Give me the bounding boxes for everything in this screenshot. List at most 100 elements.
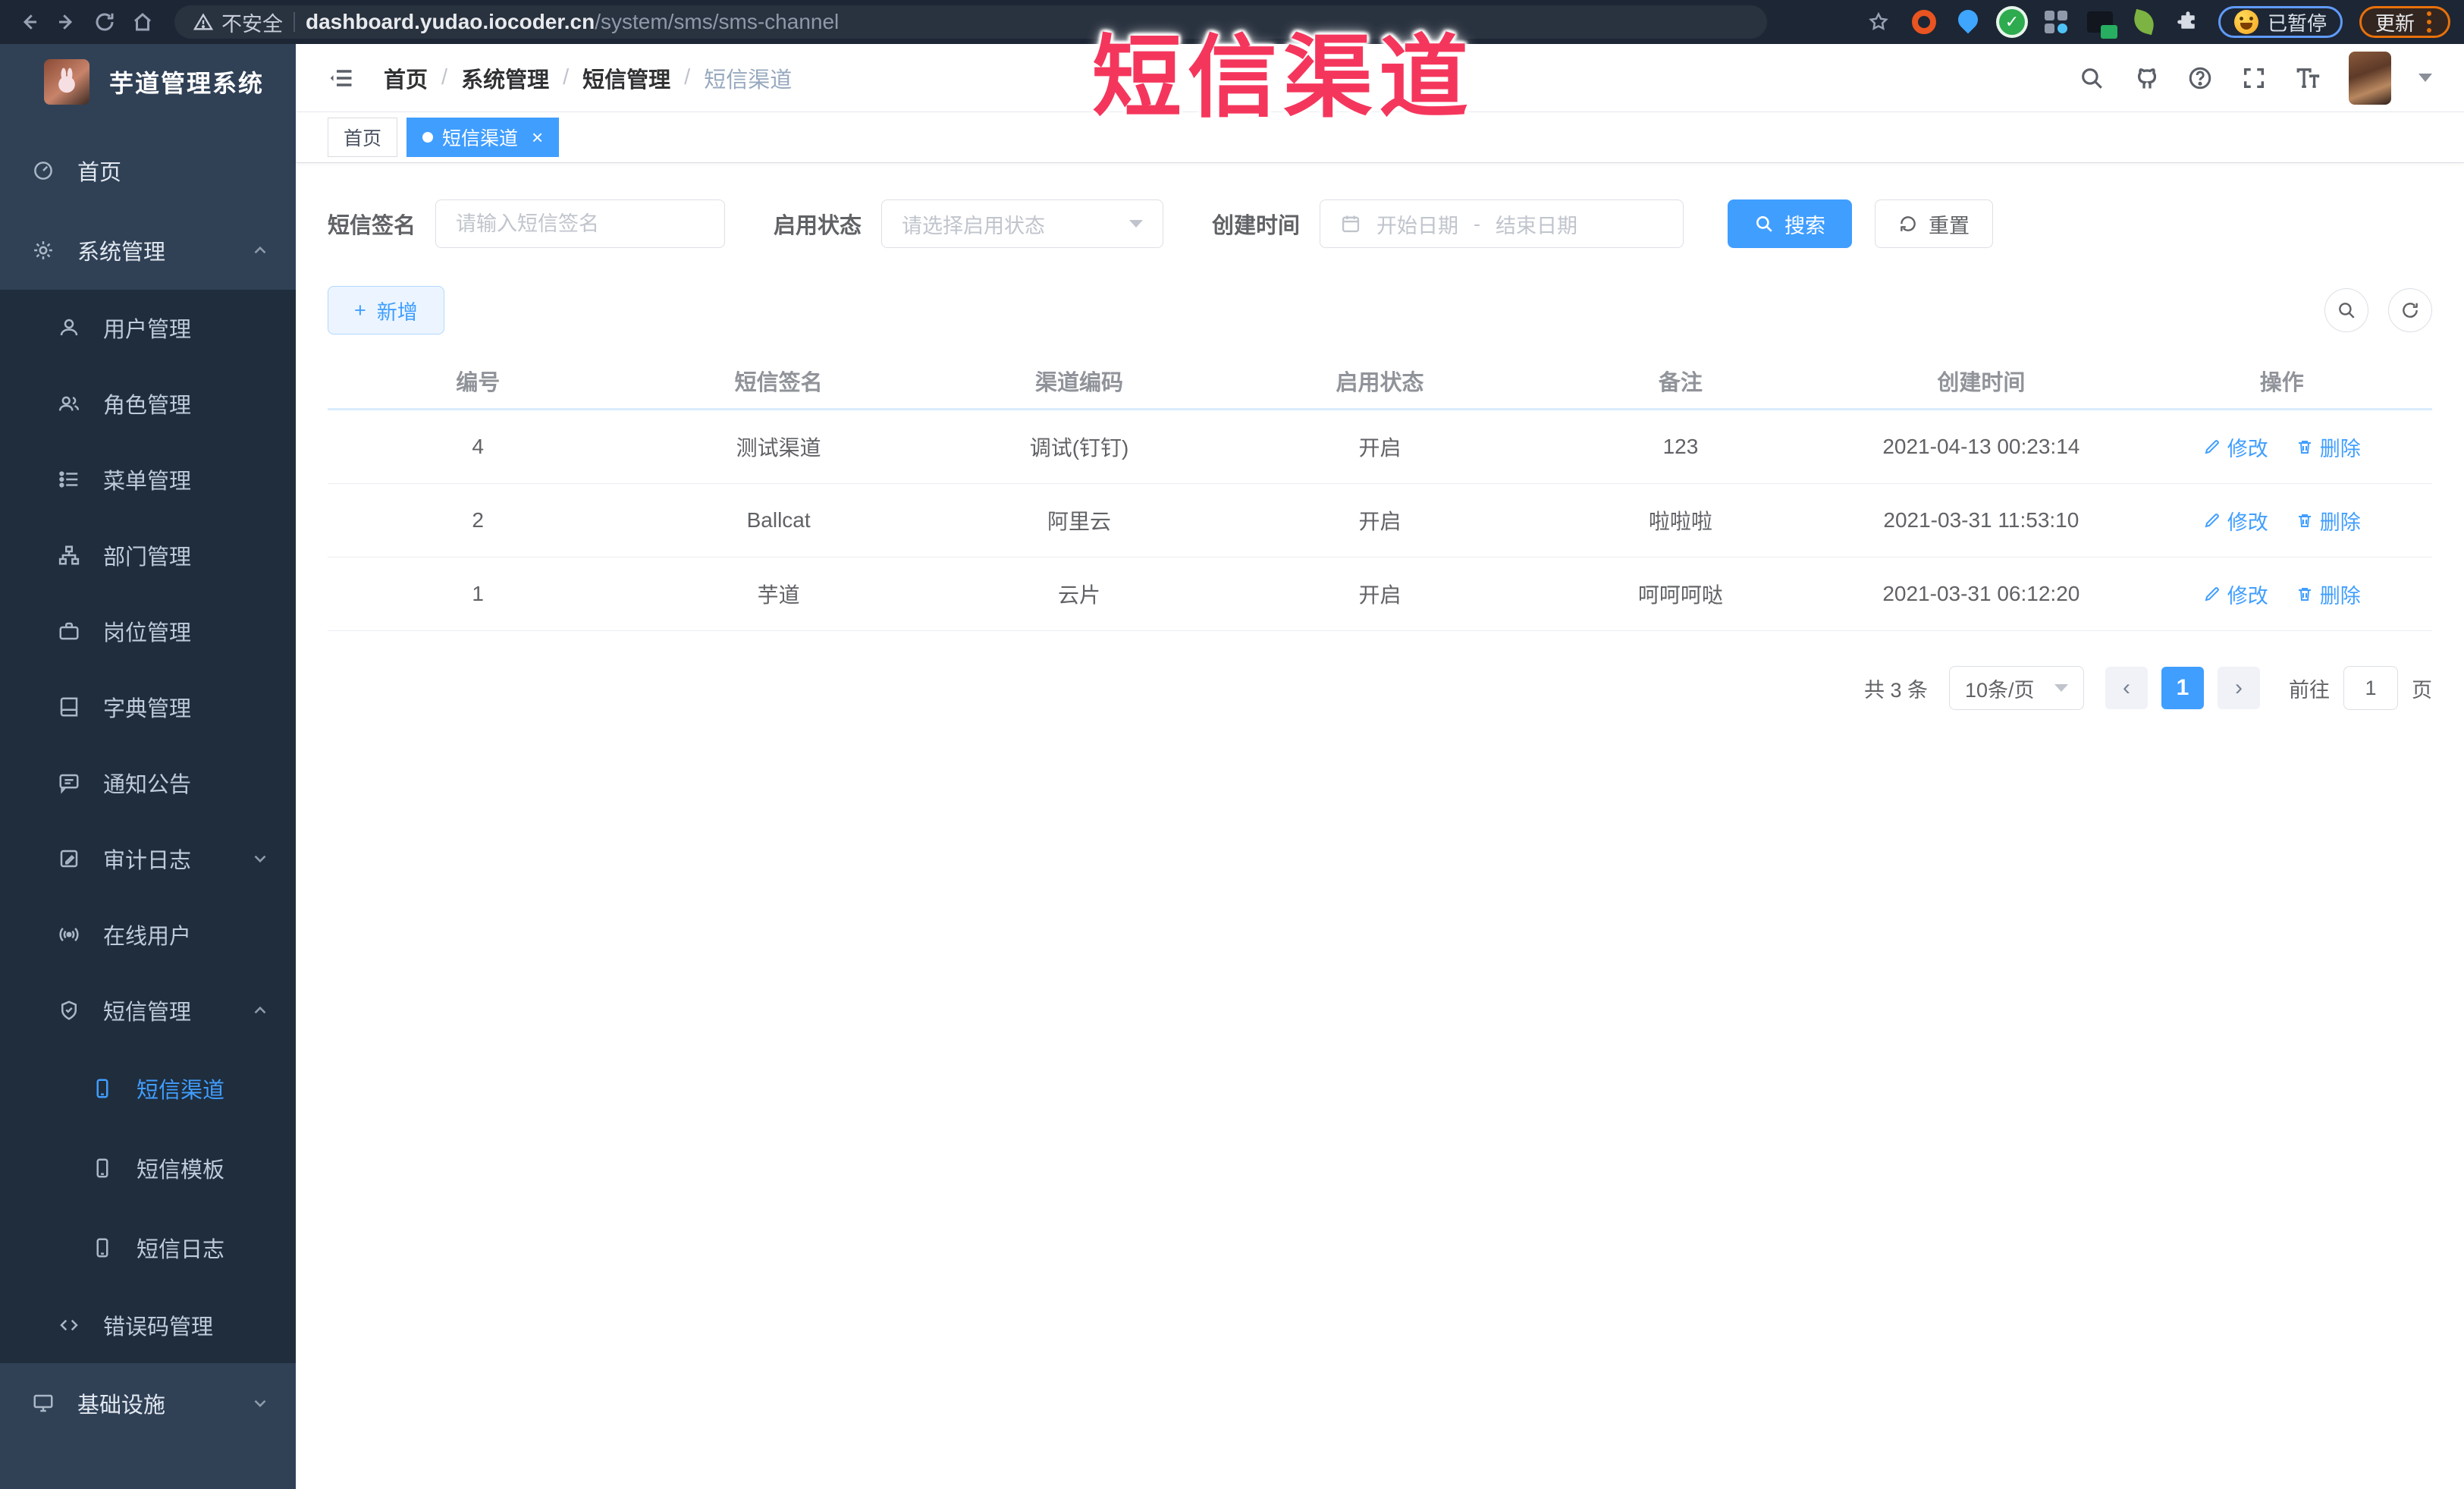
next-page-button[interactable]: › — [2218, 667, 2260, 709]
app-logo-row[interactable]: 芋道管理系统 — [0, 44, 296, 120]
pagination: 共 3 条 10条/页 ‹ 1 › 前往 页 — [328, 666, 2432, 710]
message-icon — [58, 771, 80, 794]
home-icon[interactable] — [127, 7, 158, 37]
warning-icon — [193, 11, 214, 33]
sidebar-item-audit-log[interactable]: 审计日志 — [0, 821, 296, 897]
back-icon[interactable] — [14, 7, 44, 37]
page-size-select[interactable]: 10条/页 — [1949, 666, 2084, 710]
extension-check-icon[interactable]: ✓ — [1998, 8, 2026, 36]
avatar[interactable] — [2349, 51, 2391, 105]
date-start-placeholder: 开始日期 — [1376, 214, 1459, 237]
goto-page-input[interactable] — [2343, 666, 2398, 710]
sidebar-item-sms-channel[interactable]: 短信渠道 — [0, 1048, 296, 1128]
breadcrumb-system[interactable]: 系统管理 — [461, 62, 549, 94]
sidebar-item-sms-log[interactable]: 短信日志 — [0, 1208, 296, 1287]
extension-orange-icon[interactable] — [1910, 8, 1938, 36]
table-header-row: 编号 短信签名 渠道编码 启用状态 备注 创建时间 操作 — [328, 353, 2432, 410]
extension-pin-icon[interactable] — [1954, 8, 1982, 36]
main-area: 首页 / 系统管理 / 短信管理 / 短信渠道 首页 短信渠道 × 短信签名 请… — [296, 44, 2464, 1489]
extensions-puzzle-icon[interactable] — [2174, 8, 2202, 36]
screen: 不安全 dashboard.yudao.iocoder.cn/system/sm… — [0, 0, 2464, 1489]
github-icon[interactable] — [2132, 64, 2159, 92]
update-chip[interactable]: 更新 — [2359, 6, 2450, 38]
app-title: 芋道管理系统 — [109, 70, 265, 97]
gear-icon — [32, 239, 55, 262]
sidebar-item-menu-mgmt[interactable]: 菜单管理 — [0, 441, 296, 517]
plus-icon: + — [354, 298, 366, 322]
extension-grid-icon[interactable] — [2042, 8, 2070, 36]
sidebar-item-infrastructure[interactable]: 基础设施 — [0, 1363, 296, 1443]
briefcase-icon — [58, 620, 80, 642]
sidebar-item-post-mgmt[interactable]: 岗位管理 — [0, 593, 296, 669]
edit-button[interactable]: 修改 — [2203, 580, 2268, 609]
tab-home[interactable]: 首页 — [328, 118, 398, 157]
search-button[interactable]: 搜索 — [1728, 199, 1853, 248]
content: 短信签名 启用状态 请选择启用状态 创建时间 开始日期 — [296, 163, 2464, 710]
sidebar-item-role-mgmt[interactable]: 角色管理 — [0, 366, 296, 441]
tags-view: 首页 短信渠道 × — [296, 112, 2464, 163]
sign-input[interactable] — [456, 212, 705, 236]
browser-menu-icon[interactable] — [2424, 11, 2434, 33]
breadcrumb: 首页 / 系统管理 / 短信管理 / 短信渠道 — [384, 62, 792, 94]
book-icon — [58, 696, 80, 718]
chevron-down-icon — [2054, 684, 2068, 692]
monitor-icon — [32, 1392, 55, 1415]
table-toolbar: + 新增 — [328, 286, 2432, 335]
sidebar-item-error-code-mgmt[interactable]: 错误码管理 — [0, 1287, 296, 1363]
chevron-down-icon — [250, 849, 270, 869]
sidebar-item-online-users[interactable]: 在线用户 — [0, 897, 296, 972]
page-number-1[interactable]: 1 — [2161, 667, 2204, 709]
reload-icon[interactable] — [89, 7, 120, 37]
phone-icon — [91, 1157, 114, 1180]
toggle-search-button[interactable] — [2324, 288, 2368, 332]
sign-label: 短信签名 — [328, 214, 416, 238]
sidebar-item-dict-mgmt[interactable]: 字典管理 — [0, 669, 296, 745]
sidebar-item-sms-template[interactable]: 短信模板 — [0, 1128, 296, 1208]
edit-button[interactable]: 修改 — [2203, 432, 2268, 462]
extension-dark-icon[interactable] — [2086, 8, 2117, 39]
sidebar-item-user-mgmt[interactable]: 用户管理 — [0, 290, 296, 366]
sidebar-menu: 首页 系统管理 用户管理 角色管理 菜单管理 部门管理 岗位管理 字典管理 通知… — [0, 120, 296, 1443]
reset-button[interactable]: 重置 — [1875, 199, 1994, 248]
help-icon[interactable] — [2186, 64, 2214, 92]
breadcrumb-sms[interactable]: 短信管理 — [582, 62, 670, 94]
profile-paused-chip[interactable]: 已暂停 — [2218, 6, 2343, 38]
app-logo — [44, 59, 89, 105]
bookmark-star-icon[interactable] — [1863, 7, 1894, 37]
refresh-button[interactable] — [2388, 288, 2432, 332]
collapse-sidebar-icon[interactable] — [328, 64, 355, 92]
security-label: 不安全 — [221, 12, 283, 36]
forward-icon[interactable] — [52, 7, 82, 37]
fullscreen-icon[interactable] — [2241, 65, 2267, 91]
delete-button[interactable]: 删除 — [2296, 580, 2361, 609]
extension-leaf-icon[interactable] — [2130, 8, 2158, 36]
chevron-down-icon — [1129, 220, 1144, 228]
tab-sms-channel[interactable]: 短信渠道 × — [406, 118, 560, 157]
sidebar-item-sms-mgmt[interactable]: 短信管理 — [0, 972, 296, 1048]
delete-button[interactable]: 删除 — [2296, 506, 2361, 536]
sidebar-item-dept-mgmt[interactable]: 部门管理 — [0, 517, 296, 593]
prev-page-button[interactable]: ‹ — [2105, 667, 2148, 709]
add-button[interactable]: + 新增 — [328, 286, 444, 335]
delete-button[interactable]: 删除 — [2296, 432, 2361, 462]
breadcrumb-home[interactable]: 首页 — [384, 62, 428, 94]
sidebar-item-home[interactable]: 首页 — [0, 130, 296, 210]
edit-button[interactable]: 修改 — [2203, 506, 2268, 536]
status-select[interactable]: 请选择启用状态 — [881, 199, 1164, 248]
search-icon[interactable] — [2079, 65, 2105, 91]
page-unit-label: 页 — [2412, 678, 2432, 702]
address-bar[interactable]: 不安全 dashboard.yudao.iocoder.cn/system/sm… — [174, 5, 1767, 39]
date-range-picker[interactable]: 开始日期 - 结束日期 — [1320, 199, 1684, 248]
date-label: 创建时间 — [1212, 214, 1301, 238]
caret-down-icon[interactable] — [2418, 74, 2432, 82]
paused-label: 已暂停 — [2267, 11, 2327, 35]
close-icon[interactable]: × — [532, 126, 543, 149]
dashboard-icon — [32, 159, 55, 182]
sidebar-item-system-mgmt[interactable]: 系统管理 — [0, 210, 296, 290]
header-actions — [2079, 51, 2432, 105]
font-size-icon[interactable] — [2294, 64, 2321, 92]
sidebar-item-notice[interactable]: 通知公告 — [0, 745, 296, 821]
url-path: /system/sms/sms-channel — [595, 10, 840, 33]
browser-bar: 不安全 dashboard.yudao.iocoder.cn/system/sm… — [0, 0, 2464, 44]
update-label: 更新 — [2375, 11, 2415, 35]
